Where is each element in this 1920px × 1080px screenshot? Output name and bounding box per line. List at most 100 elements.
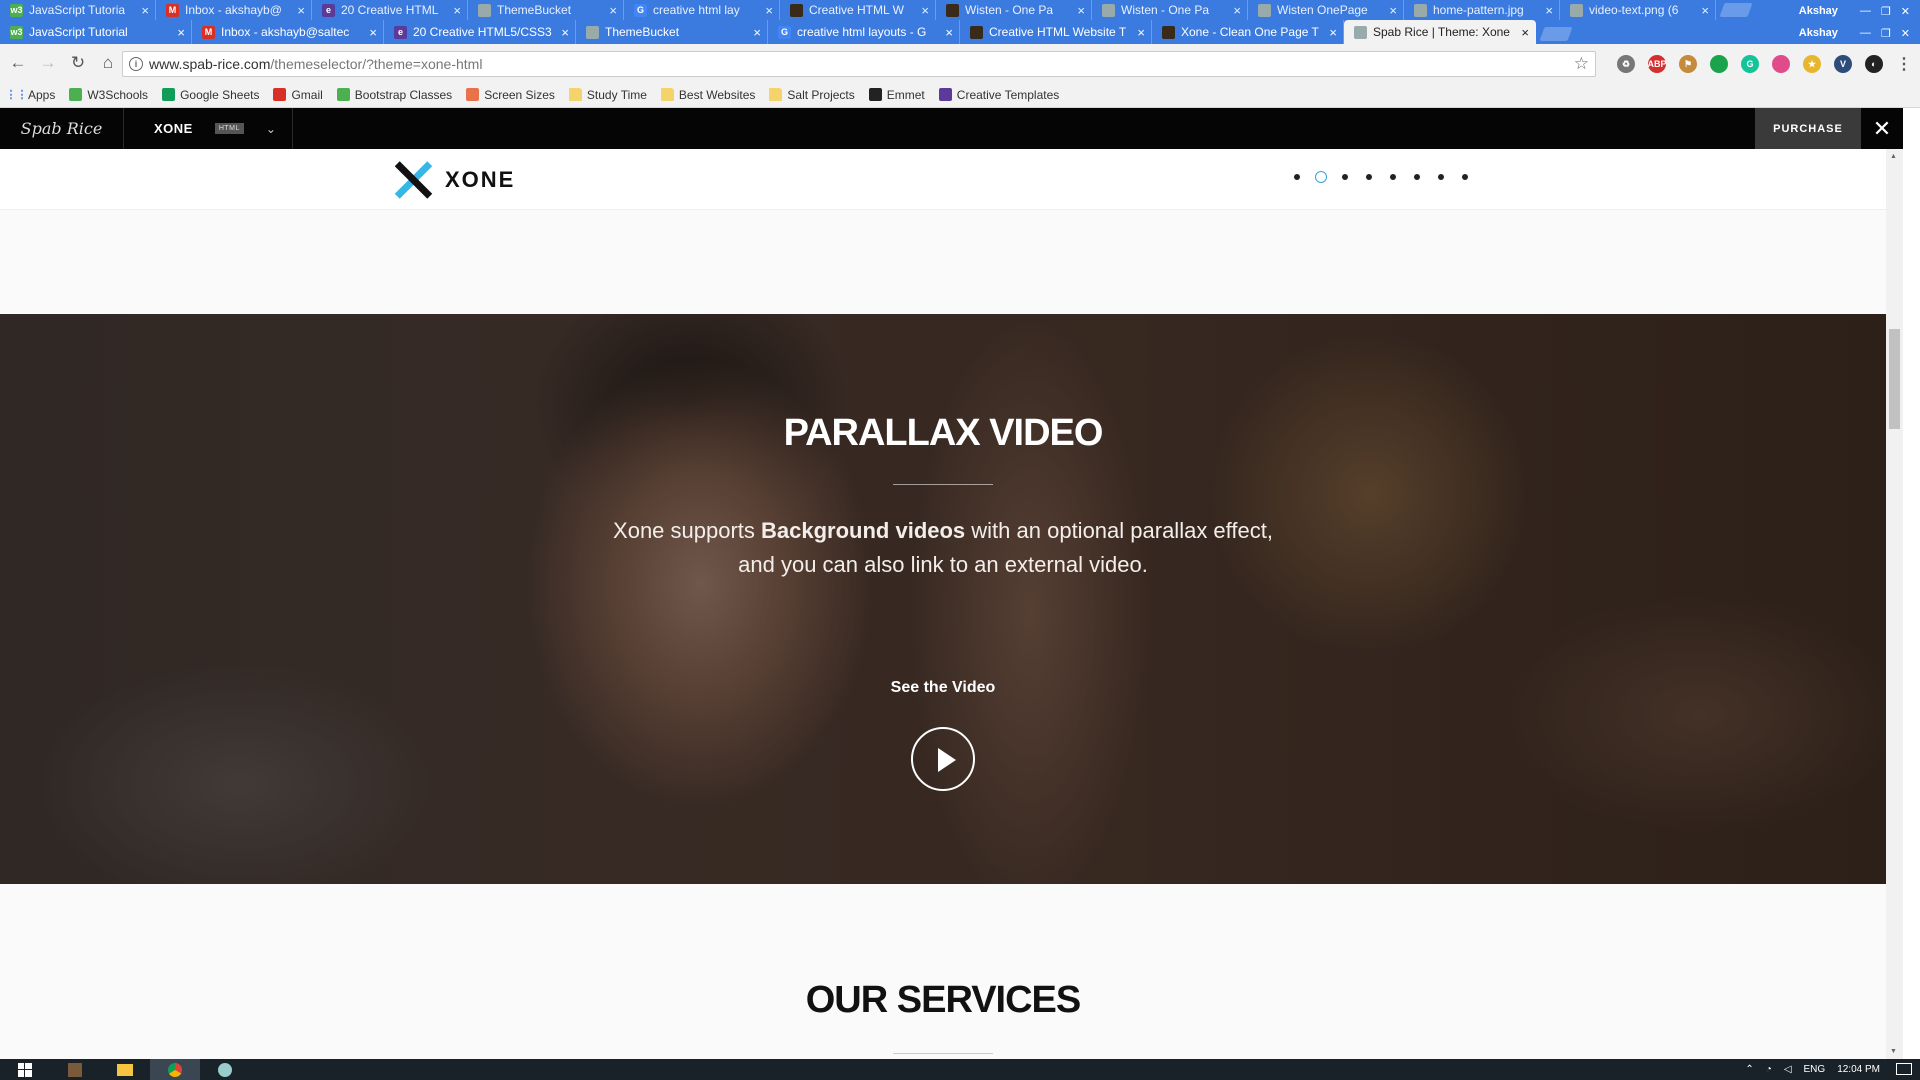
back-arrow-icon[interactable]: ← xyxy=(6,51,30,75)
tab-close-icon[interactable]: × xyxy=(1701,3,1709,18)
tab-close-icon[interactable]: × xyxy=(1389,3,1397,18)
bookmark-item[interactable]: Best Websites xyxy=(660,88,755,102)
tab-close-icon[interactable]: × xyxy=(753,25,761,40)
tab-close-icon[interactable]: × xyxy=(921,3,929,18)
windows-start-icon[interactable] xyxy=(0,1059,50,1080)
notifications-icon[interactable] xyxy=(1896,1063,1912,1075)
bookmark-item[interactable]: Google Sheets xyxy=(162,88,259,102)
profile-name[interactable]: Akshay xyxy=(1799,5,1838,17)
back-tab[interactable]: ThemeBucket × xyxy=(468,0,624,20)
tray-clock[interactable]: 12:04 PM xyxy=(1837,1064,1880,1075)
restore-icon-2[interactable]: ❐ xyxy=(1881,27,1891,40)
spab-rice-logo[interactable]: Spab Rice xyxy=(0,108,124,149)
bookmark-item[interactable]: Bootstrap Classes xyxy=(336,88,452,102)
color-ext-icon[interactable] xyxy=(1772,55,1790,73)
minimize-icon-2[interactable]: — xyxy=(1860,27,1871,39)
recycle-ext-icon[interactable]: ♻ xyxy=(1617,55,1635,73)
section-dot[interactable] xyxy=(1342,174,1348,180)
section-dot[interactable] xyxy=(1438,174,1444,180)
tab-close-icon[interactable]: × xyxy=(945,25,953,40)
dark-ext-icon[interactable]: ◐ xyxy=(1865,55,1883,73)
front-tab[interactable]: M Inbox - akshayb@saltec × xyxy=(192,20,384,44)
page-scrollbar[interactable]: ▲ ▼ xyxy=(1886,149,1903,1059)
bookmark-item[interactable]: Gmail xyxy=(273,88,323,102)
v-ext-icon[interactable]: V xyxy=(1834,55,1852,73)
bookmark-item[interactable]: Study Time xyxy=(568,88,647,102)
green-dot-ext-icon[interactable] xyxy=(1710,55,1728,73)
back-tab[interactable]: M Inbox - akshayb@ × xyxy=(156,0,312,20)
grammarly-icon[interactable]: G xyxy=(1741,55,1759,73)
address-bar[interactable]: i www.spab-rice.com/themeselector/?theme… xyxy=(122,51,1596,77)
front-tab[interactable]: e 20 Creative HTML5/CSS3 × xyxy=(384,20,576,44)
scroll-up-icon[interactable]: ▲ xyxy=(1890,153,1897,160)
front-tab[interactable]: w3 JavaScript Tutorial × xyxy=(0,20,192,44)
tab-close-icon[interactable]: × xyxy=(453,3,461,18)
front-tab[interactable]: Gcreative html layouts - G × xyxy=(768,20,960,44)
new-tab-button[interactable] xyxy=(1719,3,1753,17)
new-tab-button[interactable] xyxy=(1539,27,1573,41)
back-tab[interactable]: home-pattern.jpg × xyxy=(1404,0,1560,20)
back-tab[interactable]: Wisten OnePage × xyxy=(1248,0,1404,20)
menu-icon[interactable]: ⋮ xyxy=(1896,54,1912,74)
back-tab[interactable]: video-text.png (6 × xyxy=(1560,0,1716,20)
bookmark-item[interactable]: W3Schools xyxy=(69,88,148,102)
bookmark-item[interactable]: Emmet xyxy=(868,88,925,102)
home-icon[interactable]: ⌂ xyxy=(96,51,120,75)
adblock-plus-icon[interactable]: ABP xyxy=(1648,55,1667,73)
close-icon[interactable]: ✕ xyxy=(1861,108,1903,149)
tab-close-icon[interactable]: × xyxy=(1137,25,1145,40)
scrollbar-thumb[interactable] xyxy=(1889,329,1900,429)
file-explorer-icon[interactable] xyxy=(100,1059,150,1080)
section-dot[interactable] xyxy=(1462,174,1468,180)
scroll-down-icon[interactable]: ▼ xyxy=(1890,1048,1897,1055)
play-button[interactable] xyxy=(911,727,975,791)
front-tab[interactable]: Creative HTML Website T × xyxy=(960,20,1152,44)
tab-close-icon[interactable]: × xyxy=(1329,25,1337,40)
chrome-taskbar-icon[interactable] xyxy=(150,1059,200,1080)
tray-chevron-icon[interactable]: ⌃ xyxy=(1745,1064,1753,1075)
theme-dropdown[interactable]: XONE HTML ⌄ xyxy=(124,108,293,149)
section-dot[interactable] xyxy=(1315,171,1327,183)
bookmark-item[interactable]: ⋮⋮ Apps xyxy=(6,88,56,102)
tab-close-icon[interactable]: × xyxy=(1233,3,1241,18)
back-tab[interactable]: Creative HTML W × xyxy=(780,0,936,20)
reload-icon[interactable]: ↻ xyxy=(66,51,90,75)
front-tab[interactable]: Xone - Clean One Page T × xyxy=(1152,20,1344,44)
back-tab[interactable]: Wisten - One Pa × xyxy=(1092,0,1248,20)
tab-close-icon[interactable]: × xyxy=(297,3,305,18)
front-tab[interactable]: ThemeBucket × xyxy=(576,20,768,44)
section-dot[interactable] xyxy=(1366,174,1372,180)
tab-close-icon[interactable]: × xyxy=(369,25,377,40)
section-dot[interactable] xyxy=(1294,174,1300,180)
bookmark-star-icon[interactable]: ☆ xyxy=(1574,54,1589,74)
brand[interactable]: XONE xyxy=(393,161,515,199)
restore-icon[interactable]: ❐ xyxy=(1881,5,1891,18)
front-tab[interactable]: Spab Rice | Theme: Xone × xyxy=(1344,20,1536,44)
tray-language[interactable]: ENG xyxy=(1804,1064,1826,1075)
tab-close-icon[interactable]: × xyxy=(141,3,149,18)
tab-close-icon[interactable]: × xyxy=(1521,25,1529,40)
tab-close-icon[interactable]: × xyxy=(765,3,773,18)
site-info-icon[interactable]: i xyxy=(129,57,143,71)
app-icon[interactable] xyxy=(50,1059,100,1080)
back-tab[interactable]: w3 JavaScript Tutoria × xyxy=(0,0,156,20)
see-video-label[interactable]: See the Video xyxy=(0,679,1886,697)
tab-close-icon[interactable]: × xyxy=(561,25,569,40)
star-ext-icon[interactable]: ★ xyxy=(1803,55,1821,73)
back-tab[interactable]: e 20 Creative HTML × xyxy=(312,0,468,20)
close-window-icon-2[interactable]: ✕ xyxy=(1901,27,1910,40)
flag-ext-icon[interactable]: ⚑ xyxy=(1679,55,1697,73)
section-dot[interactable] xyxy=(1414,174,1420,180)
purchase-button[interactable]: PURCHASE xyxy=(1755,108,1861,149)
tab-close-icon[interactable]: × xyxy=(1545,3,1553,18)
section-dot[interactable] xyxy=(1390,174,1396,180)
minimize-icon[interactable]: — xyxy=(1860,5,1871,17)
volume-icon[interactable]: ◁ xyxy=(1784,1064,1792,1075)
close-window-icon[interactable]: ✕ xyxy=(1901,5,1910,18)
forward-arrow-icon[interactable]: → xyxy=(36,51,60,75)
bookmark-item[interactable]: Salt Projects xyxy=(769,88,855,102)
tab-close-icon[interactable]: × xyxy=(177,25,185,40)
profile-name-2[interactable]: Akshay xyxy=(1799,27,1838,39)
back-tab[interactable]: Gcreative html lay × xyxy=(624,0,780,20)
paint-icon[interactable] xyxy=(200,1059,250,1080)
